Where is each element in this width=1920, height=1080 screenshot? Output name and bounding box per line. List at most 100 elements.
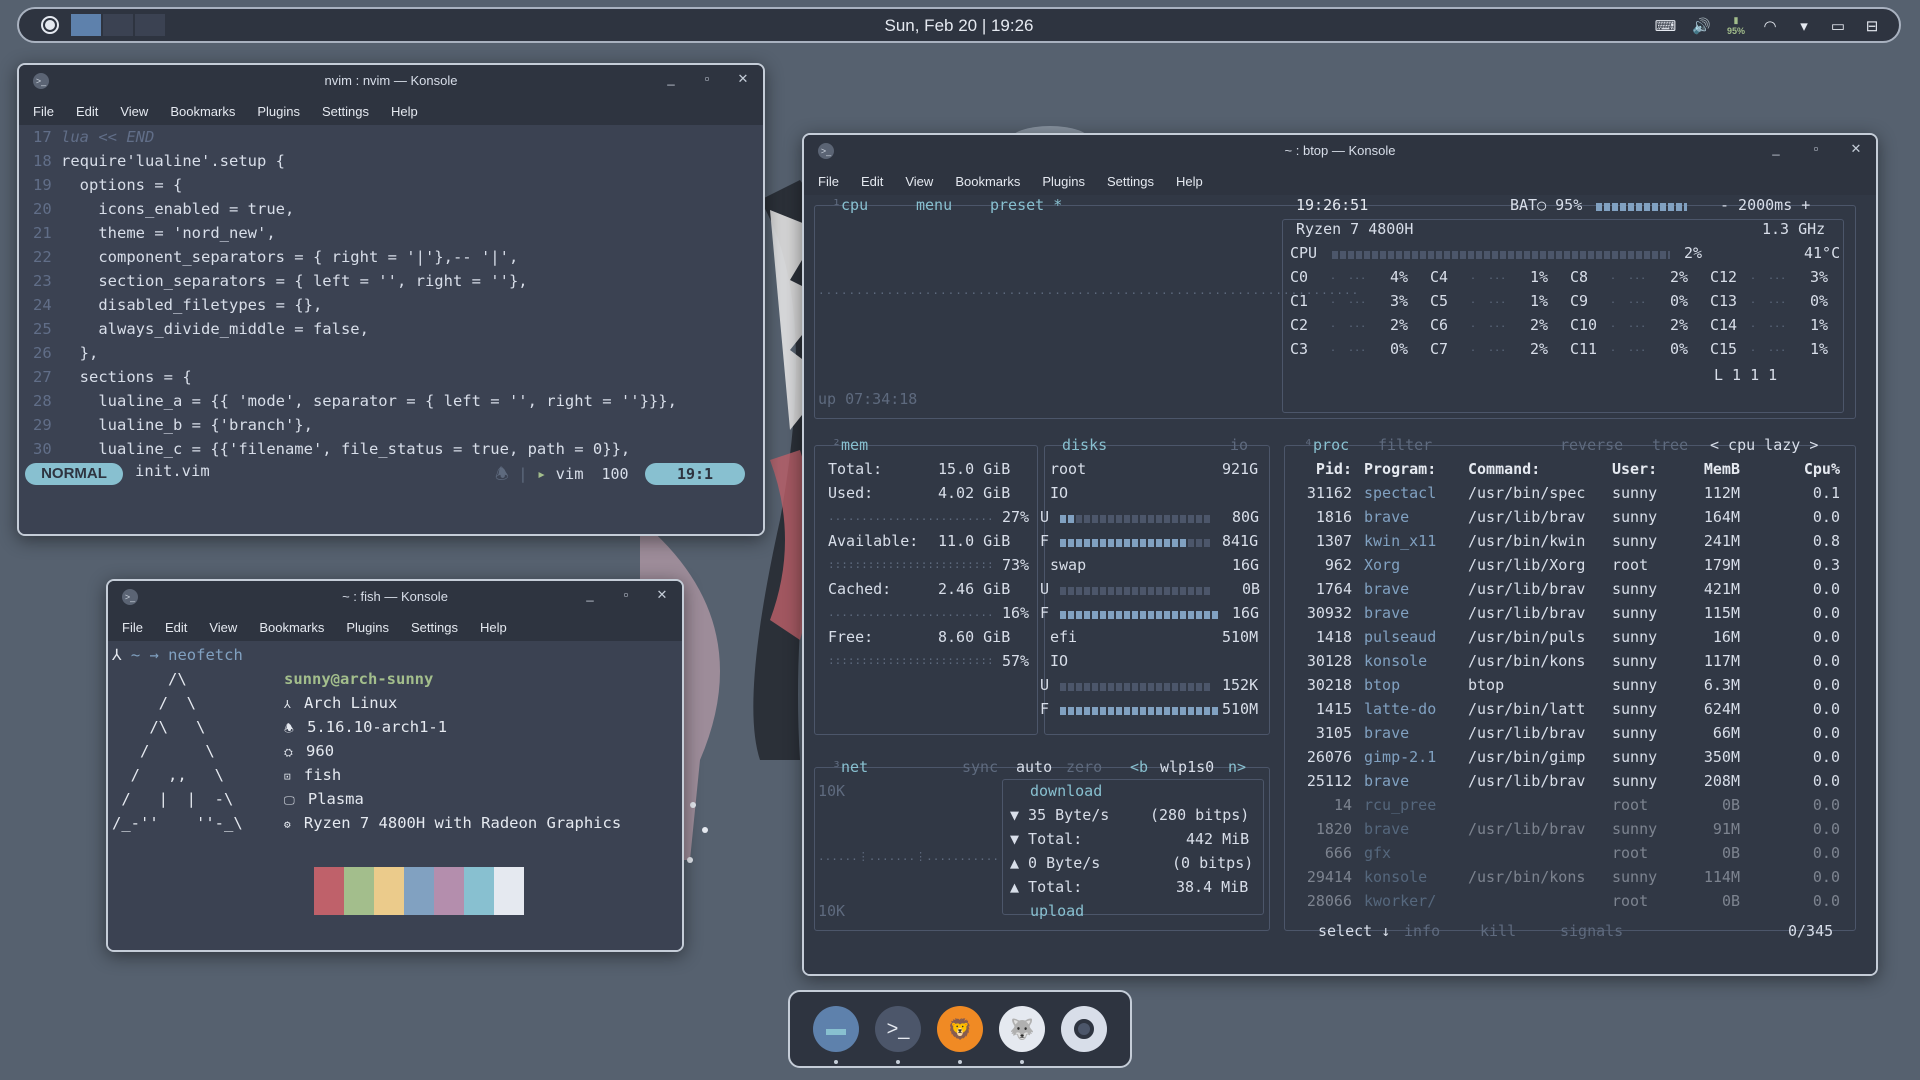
titlebar[interactable]: >_ nvim : nvim — Konsole _ ▫ ✕ bbox=[19, 65, 763, 97]
gimp-icon[interactable]: 🐺 bbox=[999, 1006, 1045, 1064]
close-icon[interactable]: ✕ bbox=[735, 71, 751, 87]
menu-bookmarks[interactable]: Bookmarks bbox=[259, 620, 324, 635]
proc-row[interactable]: 14 rcu_pree root 0B 0.0 bbox=[1290, 793, 1852, 817]
chevron-down-icon[interactable]: ▾ bbox=[1795, 17, 1813, 35]
minimize-icon[interactable]: _ bbox=[1768, 141, 1784, 157]
desktop-1[interactable] bbox=[71, 14, 101, 36]
menu-tab[interactable]: menu bbox=[916, 196, 952, 214]
proc-row[interactable]: 962 Xorg/usr/lib/Xorg root 179M 0.3 bbox=[1290, 553, 1852, 577]
menu-view[interactable]: View bbox=[120, 104, 148, 119]
menu-bookmarks[interactable]: Bookmarks bbox=[170, 104, 235, 119]
net-zero[interactable]: zero bbox=[1066, 755, 1102, 779]
proc-row[interactable]: 26076 gimp-2.1/usr/bin/gimp sunny 350M 0.0 bbox=[1290, 745, 1852, 769]
menu-file[interactable]: File bbox=[33, 104, 54, 119]
proc-row[interactable]: 1415 latte-do/usr/bin/latt sunny 624M 0.0 bbox=[1290, 697, 1852, 721]
proc-row[interactable]: 30128 konsole/usr/bin/kons sunny 117M 0.0 bbox=[1290, 649, 1852, 673]
proc-row[interactable]: 666 gfx root 0B 0.0 bbox=[1290, 841, 1852, 865]
proc-row[interactable]: 30932 brave/usr/lib/brav sunny 115M 0.0 bbox=[1290, 601, 1852, 625]
cpu-core-graph: . ... bbox=[1750, 319, 1787, 330]
proc-sort[interactable]: < cpu lazy > bbox=[1710, 433, 1818, 457]
proc-col-header[interactable]: Command: bbox=[1468, 457, 1628, 481]
clock[interactable]: Sun, Feb 20 | 19:26 bbox=[19, 16, 1899, 36]
maximize-icon[interactable]: ▫ bbox=[1808, 141, 1824, 157]
proc-col-header[interactable]: Cpu% bbox=[1790, 457, 1840, 481]
menu-file[interactable]: File bbox=[122, 620, 143, 635]
files-icon[interactable]: ▬ bbox=[813, 1006, 859, 1064]
menu-help[interactable]: Help bbox=[1176, 174, 1203, 189]
proc-row[interactable]: 1418 pulseaud/usr/bin/puls sunny 16M 0.0 bbox=[1290, 625, 1852, 649]
battery-icon[interactable]: ▮ 95% bbox=[1727, 15, 1745, 36]
proc-row[interactable]: 1820 brave/usr/lib/brav sunny 91M 0.0 bbox=[1290, 817, 1852, 841]
code-line: 20 icons_enabled = true, bbox=[33, 197, 294, 221]
menu-bookmarks[interactable]: Bookmarks bbox=[955, 174, 1020, 189]
wifi-icon[interactable]: ◠ bbox=[1761, 17, 1779, 35]
net-prev[interactable]: <b bbox=[1130, 755, 1148, 779]
proc-row[interactable]: 25112 brave/usr/lib/brav sunny 208M 0.0 bbox=[1290, 769, 1852, 793]
menu-help[interactable]: Help bbox=[480, 620, 507, 635]
menu-settings[interactable]: Settings bbox=[1107, 174, 1154, 189]
menu-view[interactable]: View bbox=[905, 174, 933, 189]
fish-terminal[interactable]: ⅄ ~ → neofetch /\ / \ /\ \ / \ / ,, \ / … bbox=[108, 641, 682, 950]
proc-col-header[interactable]: Program: bbox=[1364, 457, 1464, 481]
preset-tab[interactable]: preset * bbox=[990, 196, 1062, 214]
menu-file[interactable]: File bbox=[818, 174, 839, 189]
cpu-tab[interactable]: cpu bbox=[841, 196, 868, 214]
menu-settings[interactable]: Settings bbox=[411, 620, 458, 635]
menu-plugins[interactable]: Plugins bbox=[257, 104, 300, 119]
maximize-icon[interactable]: ▫ bbox=[699, 71, 715, 87]
desktop-3[interactable] bbox=[135, 14, 165, 36]
display-icon[interactable]: ▭ bbox=[1829, 17, 1847, 35]
titlebar[interactable]: >_ ~ : fish — Konsole _ ▫ ✕ bbox=[108, 581, 682, 613]
menu-view[interactable]: View bbox=[209, 620, 237, 635]
volume-icon[interactable]: 🔊 bbox=[1692, 17, 1711, 35]
menu-plugins[interactable]: Plugins bbox=[1042, 174, 1085, 189]
menu-plugins[interactable]: Plugins bbox=[346, 620, 389, 635]
settings-icon[interactable] bbox=[1061, 1006, 1107, 1052]
menu-edit[interactable]: Edit bbox=[861, 174, 883, 189]
proc-tree[interactable]: tree bbox=[1652, 433, 1688, 457]
proc-col-header[interactable]: Pid: bbox=[1290, 457, 1352, 481]
proc-select[interactable]: select ↓ bbox=[1318, 919, 1390, 943]
proc-cell: sunny bbox=[1612, 724, 1658, 742]
menu-settings[interactable]: Settings bbox=[322, 104, 369, 119]
close-icon[interactable]: ✕ bbox=[1848, 141, 1864, 157]
proc-cell: 0.0 bbox=[1812, 748, 1840, 766]
proc-row[interactable]: 1816 brave/usr/lib/brav sunny 164M 0.0 bbox=[1290, 505, 1852, 529]
terminal-icon[interactable]: >_ bbox=[875, 1006, 921, 1064]
proc-row[interactable]: 30218 btop btop sunny 6.3M 0.0 bbox=[1290, 673, 1852, 697]
window-icon[interactable]: ⊟ bbox=[1863, 17, 1881, 35]
launcher-icon[interactable] bbox=[41, 16, 59, 34]
menu-edit[interactable]: Edit bbox=[76, 104, 98, 119]
proc-row[interactable]: 1307 kwin_x11/usr/bin/kwin sunny 241M 0.8 bbox=[1290, 529, 1852, 553]
minimize-icon[interactable]: _ bbox=[582, 587, 598, 603]
btop-monitor[interactable]: ¹cpu menu preset * 19:26:51 BAT○ 95% - 2… bbox=[804, 195, 1876, 974]
update-interval[interactable]: - 2000ms + bbox=[1720, 193, 1810, 217]
proc-row[interactable]: 29414 konsole/usr/bin/kons sunny 114M 0.0 bbox=[1290, 865, 1852, 889]
proc-info[interactable]: info bbox=[1404, 919, 1440, 943]
brave-icon[interactable]: 🦁 bbox=[937, 1006, 983, 1064]
net-auto[interactable]: auto bbox=[1016, 755, 1052, 779]
proc-reverse[interactable]: reverse bbox=[1560, 433, 1623, 457]
titlebar[interactable]: >_ ~ : btop — Konsole _ ▫ ✕ bbox=[804, 135, 1876, 167]
maximize-icon[interactable]: ▫ bbox=[618, 587, 634, 603]
proc-row[interactable]: 3105 brave/usr/lib/brav sunny 66M 0.0 bbox=[1290, 721, 1852, 745]
disks-io[interactable]: io bbox=[1230, 433, 1248, 457]
proc-col-header[interactable]: User: bbox=[1612, 457, 1682, 481]
proc-filter[interactable]: filter bbox=[1378, 433, 1432, 457]
close-icon[interactable]: ✕ bbox=[654, 587, 670, 603]
keyboard-icon[interactable]: ⌨ bbox=[1655, 17, 1677, 35]
net-next[interactable]: n> bbox=[1228, 755, 1246, 779]
net-sync[interactable]: sync bbox=[962, 755, 998, 779]
menu-help[interactable]: Help bbox=[391, 104, 418, 119]
proc-row[interactable]: 28066 kworker/root 0B 0.0 bbox=[1290, 889, 1852, 913]
minimize-icon[interactable]: _ bbox=[663, 71, 679, 87]
proc-signals[interactable]: signals bbox=[1560, 919, 1623, 943]
menu-edit[interactable]: Edit bbox=[165, 620, 187, 635]
proc-col-header[interactable]: MemB bbox=[1680, 457, 1740, 481]
proc-kill[interactable]: kill bbox=[1480, 919, 1516, 943]
virtual-desktop-pager[interactable] bbox=[71, 14, 167, 36]
proc-row[interactable]: 1764 brave/usr/lib/brav sunny 421M 0.0 bbox=[1290, 577, 1852, 601]
desktop-2[interactable] bbox=[103, 14, 133, 36]
proc-row[interactable]: 31162 spectacl/usr/bin/spec sunny 112M 0.1 bbox=[1290, 481, 1852, 505]
nvim-editor[interactable]: 17 lua << END 18 require'lualine'.setup {… bbox=[19, 125, 763, 534]
